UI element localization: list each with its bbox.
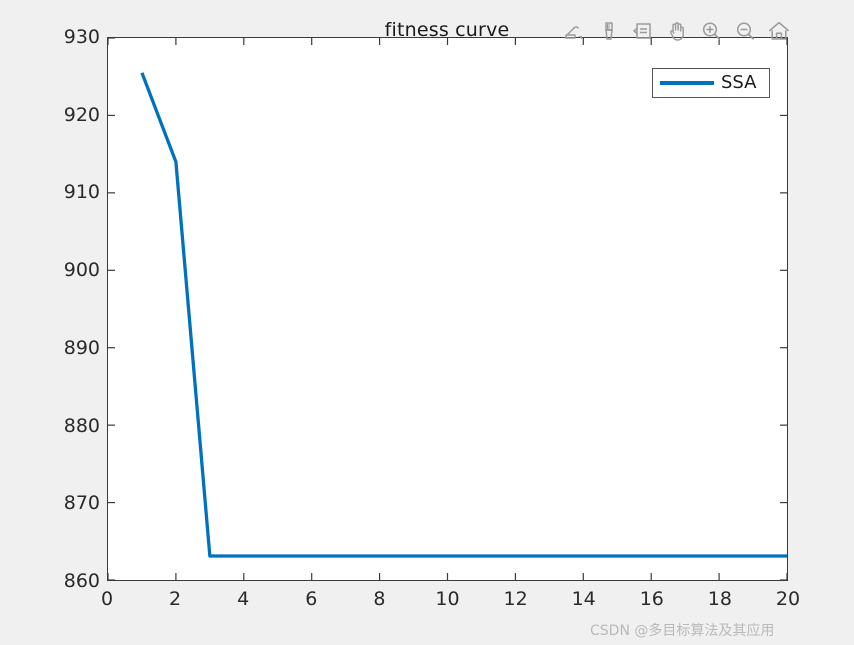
x-tick-label: 2 bbox=[169, 588, 182, 610]
x-tick-label: 18 bbox=[707, 588, 732, 610]
figure-toolbar bbox=[560, 14, 794, 48]
y-tick-label: 900 bbox=[63, 259, 100, 282]
x-tick-label: 20 bbox=[775, 588, 801, 610]
home-restore-view-icon[interactable] bbox=[764, 16, 794, 46]
data-brush-icon[interactable] bbox=[594, 16, 624, 46]
link-data-icon[interactable] bbox=[560, 16, 590, 46]
y-tick-label: 920 bbox=[63, 103, 100, 126]
y-tick-label: 870 bbox=[63, 492, 100, 515]
zoom-out-icon[interactable] bbox=[730, 16, 760, 46]
legend-item-label: SSA bbox=[721, 72, 757, 93]
y-tick-label: 910 bbox=[63, 181, 100, 204]
x-tick-label: 16 bbox=[639, 588, 664, 610]
y-tick-label: 860 bbox=[63, 570, 100, 592]
matlab-figure-window: fitness curve 860 870 880 890 900 910 92… bbox=[0, 0, 854, 645]
plot-canvas bbox=[108, 38, 787, 580]
zoom-in-icon[interactable] bbox=[696, 16, 726, 46]
x-tick-label: 12 bbox=[503, 588, 528, 610]
y-tick-label: 880 bbox=[63, 414, 100, 437]
x-tick-label: 8 bbox=[373, 588, 386, 610]
y-tick-label: 930 bbox=[63, 26, 100, 48]
plot-axes[interactable] bbox=[107, 37, 788, 581]
data-cursor-icon[interactable] bbox=[628, 16, 658, 46]
data-series-ssa bbox=[142, 73, 787, 556]
x-tick-label: 14 bbox=[571, 588, 596, 610]
x-tick-label: 6 bbox=[305, 588, 318, 610]
x-tick-label: 0 bbox=[100, 588, 114, 610]
x-axis-tick-labels: 0 2 4 6 8 10 12 14 16 18 20 bbox=[101, 588, 800, 618]
csdn-watermark: CSDN @多目标算法及其应用 bbox=[590, 623, 775, 639]
chart-legend[interactable]: SSA bbox=[652, 68, 770, 98]
x-tick-label: 10 bbox=[435, 588, 460, 610]
legend-line-swatch bbox=[660, 81, 714, 85]
y-tick-label: 890 bbox=[63, 336, 100, 359]
pan-hand-icon[interactable] bbox=[662, 16, 692, 46]
axis-ticks bbox=[108, 38, 787, 580]
x-tick-label: 4 bbox=[237, 588, 250, 610]
y-axis-tick-labels: 860 870 880 890 900 910 920 930 bbox=[40, 26, 100, 592]
